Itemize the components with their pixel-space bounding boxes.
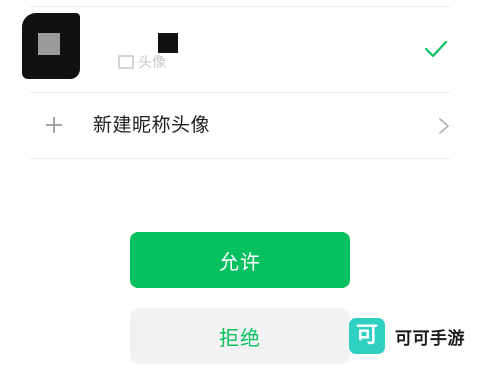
reject-button[interactable]: 拒绝 bbox=[130, 308, 350, 364]
chevron-right-icon bbox=[439, 118, 449, 134]
avatar-redaction bbox=[22, 13, 80, 79]
check-icon bbox=[424, 40, 448, 58]
plus-icon bbox=[46, 117, 62, 133]
new-identity-label: 新建昵称头像 bbox=[93, 114, 211, 136]
image-icon bbox=[118, 55, 134, 69]
authorization-screen: 头像 新建昵称头像 允许 拒绝 可 可可手游 bbox=[0, 0, 480, 376]
identity-label: 头像 bbox=[118, 53, 166, 71]
avatar bbox=[38, 33, 60, 55]
identity-label-text: 头像 bbox=[138, 55, 166, 71]
allow-button[interactable]: 允许 bbox=[130, 232, 350, 288]
watermark-text: 可可手游 bbox=[395, 328, 465, 349]
watermark-logo: 可 bbox=[349, 318, 385, 354]
selected-identity-row[interactable]: 头像 bbox=[0, 7, 480, 92]
new-identity-row[interactable]: 新建昵称头像 bbox=[0, 93, 480, 158]
nickname-redaction bbox=[158, 33, 178, 53]
divider bbox=[30, 158, 450, 159]
watermark: 可 可可手游 bbox=[349, 318, 465, 354]
